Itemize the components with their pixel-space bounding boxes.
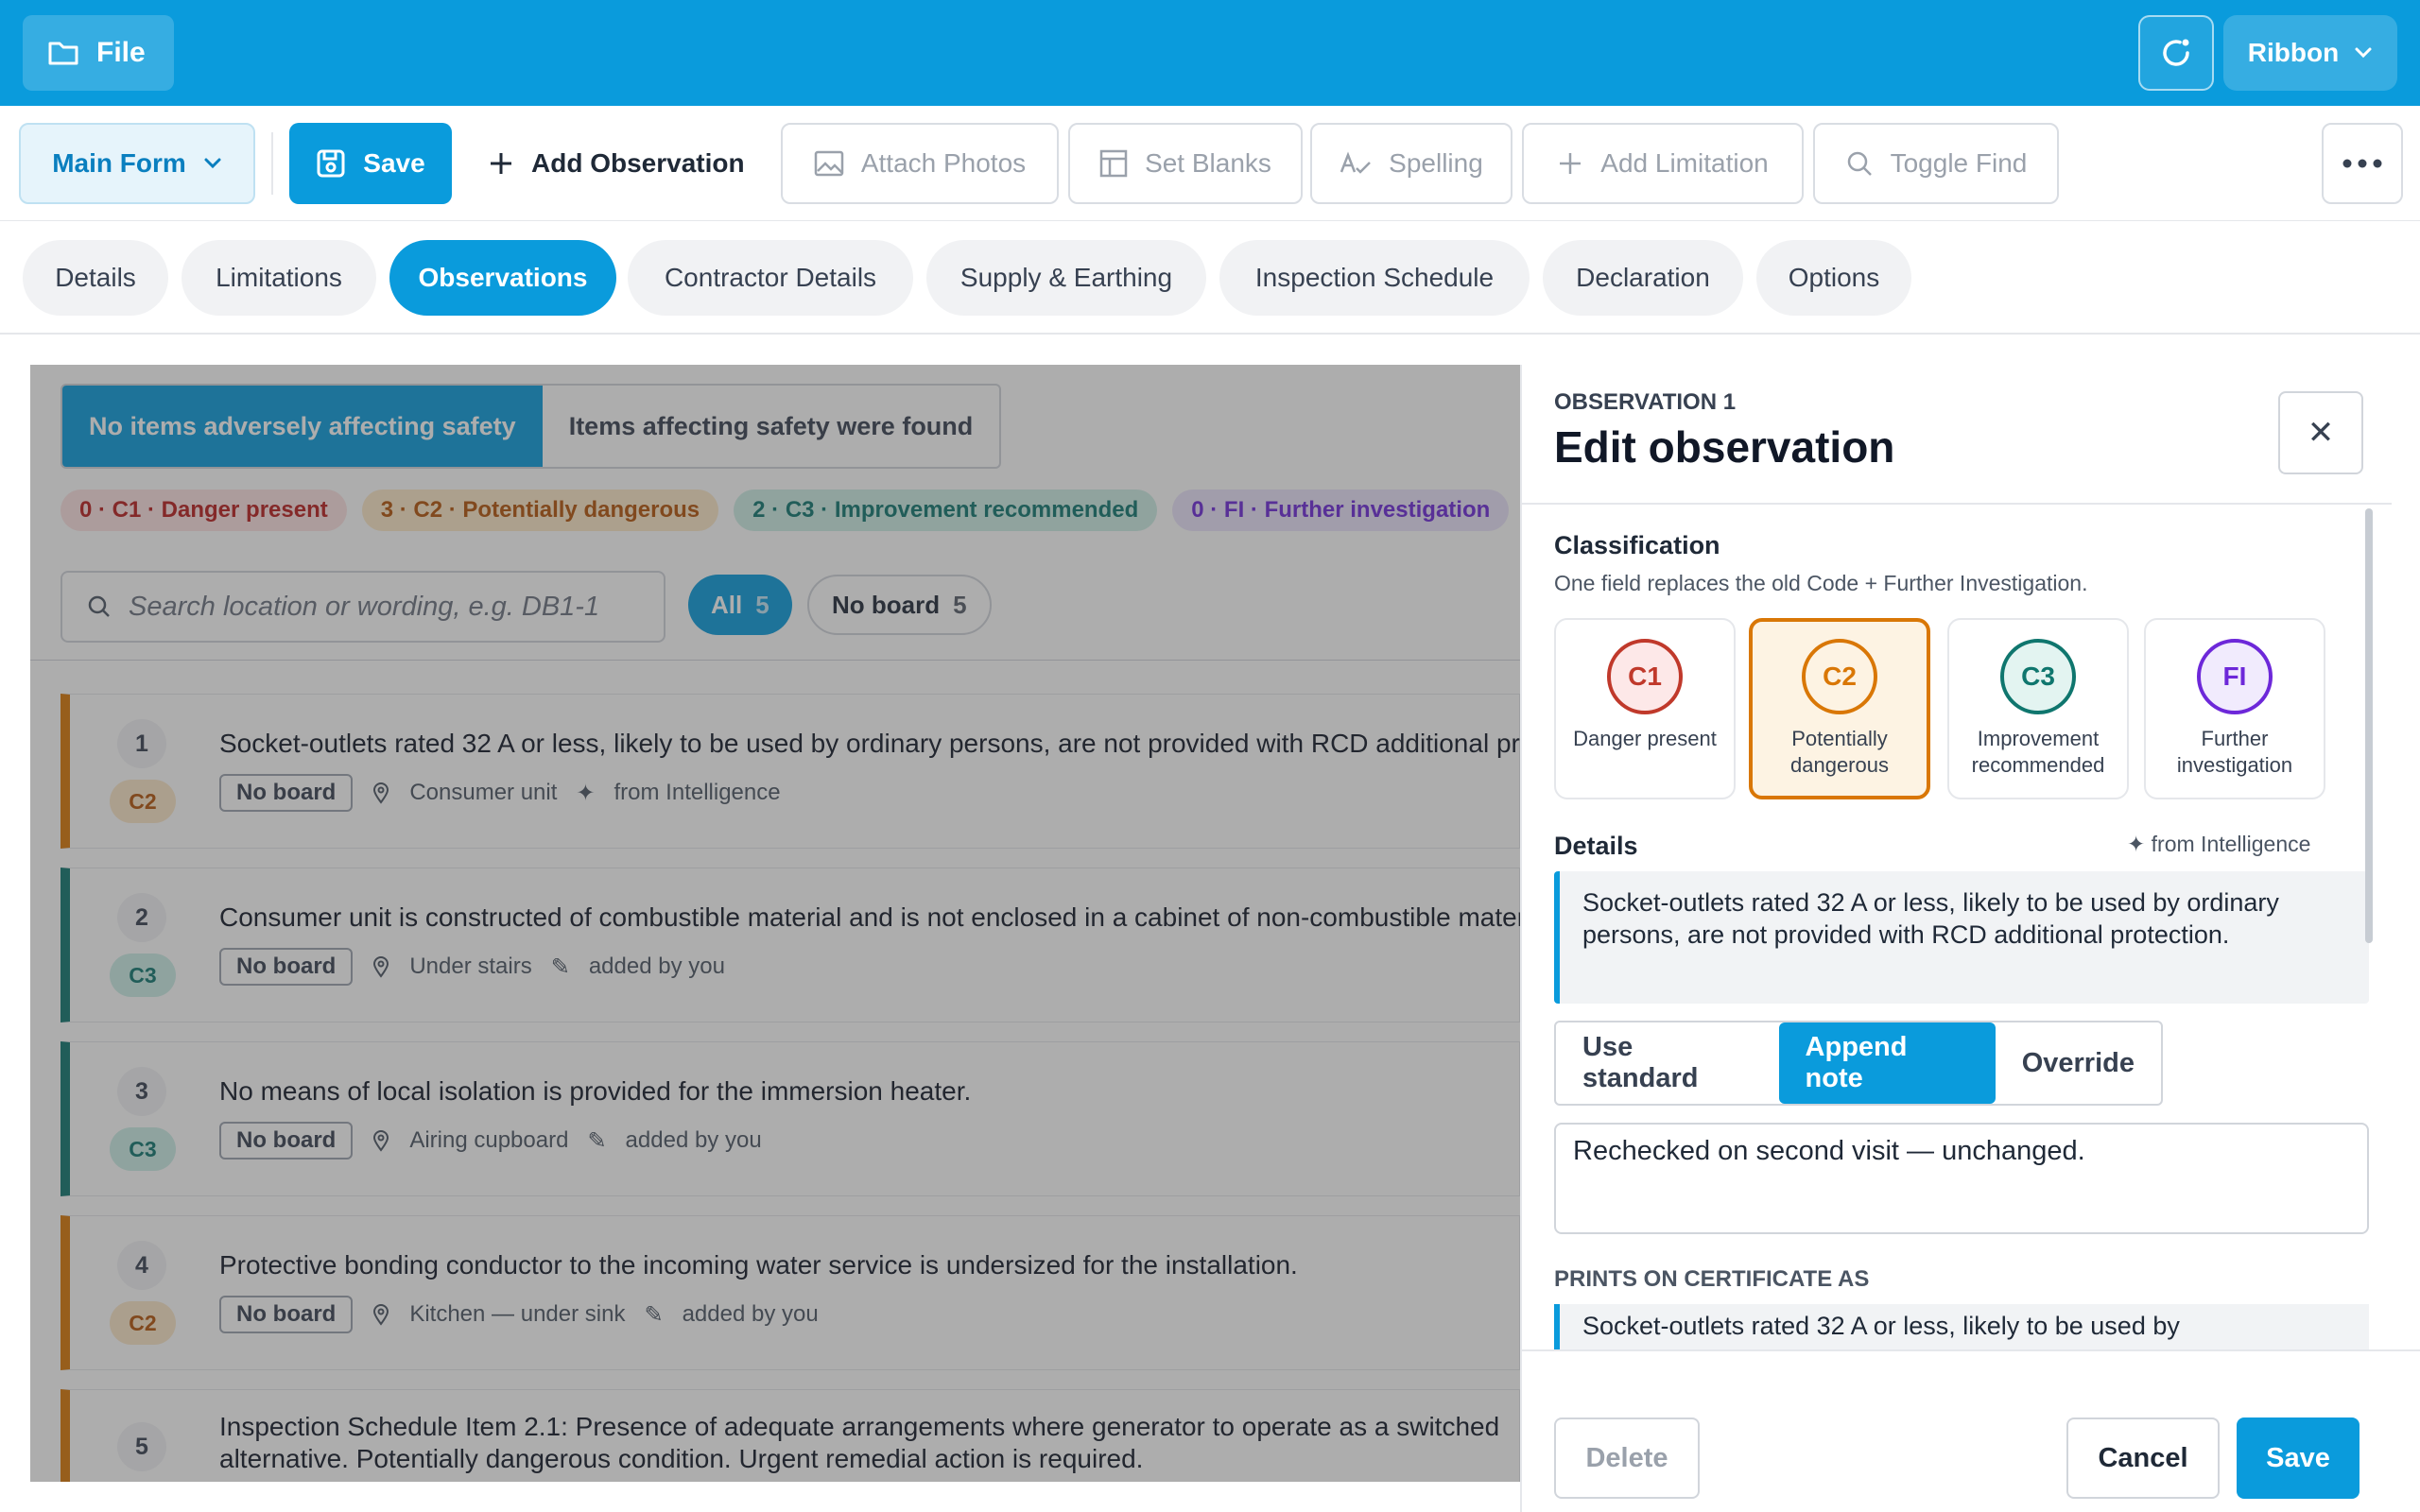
mode-override[interactable]: Override xyxy=(1996,1022,2161,1104)
details-label: Details xyxy=(1554,832,1638,860)
main-form-dropdown[interactable]: Main Form xyxy=(19,123,255,204)
tab-details[interactable]: Details xyxy=(23,240,168,316)
class-option-c2[interactable]: C2 Potentially dangerous xyxy=(1749,618,1930,799)
search-icon xyxy=(1847,151,1872,176)
ribbon-label: Ribbon xyxy=(2247,38,2340,67)
class-option-c1[interactable]: C1 Danger present xyxy=(1554,618,1736,799)
class-fi-badge: FI xyxy=(2197,639,2273,714)
save-button[interactable]: Save xyxy=(289,123,452,204)
class-c3-label: Improvement recommended xyxy=(1971,727,2105,777)
set-blanks-label: Set Blanks xyxy=(1145,148,1271,178)
class-option-c3[interactable]: C3 Improvement recommended xyxy=(1947,618,2129,799)
file-button[interactable]: File xyxy=(23,15,174,91)
spelling-button[interactable]: Spelling xyxy=(1310,123,1512,204)
mode-use-standard[interactable]: Use standard xyxy=(1556,1022,1779,1104)
add-observation-label: Add Observation xyxy=(531,148,745,178)
tab-supply-earthing[interactable]: Supply & Earthing xyxy=(926,240,1206,316)
delete-button[interactable]: Delete xyxy=(1554,1418,1700,1499)
mode-append-note[interactable]: Append note xyxy=(1778,1022,1996,1104)
class-c3-badge: C3 xyxy=(2000,639,2076,714)
more-icon xyxy=(2342,159,2382,168)
toggle-find-button[interactable]: Toggle Find xyxy=(1813,123,2059,204)
classification-hint: One field replaces the old Code + Furthe… xyxy=(1554,571,2088,595)
class-c2-label: Potentially dangerous xyxy=(1790,727,1889,777)
add-limitation-button[interactable]: Add Limitation xyxy=(1522,123,1804,204)
tab-contractor-details[interactable]: Contractor Details xyxy=(628,240,913,316)
folder-icon xyxy=(48,42,78,65)
class-option-fi[interactable]: FI Further investigation xyxy=(2144,618,2325,799)
panel-title: Edit observation xyxy=(1554,422,1895,472)
tab-observations[interactable]: Observations xyxy=(389,240,616,316)
top-bar: File Ribbon xyxy=(0,0,2420,106)
panel-header-divider xyxy=(1522,503,2392,505)
plus-icon xyxy=(491,153,511,174)
add-limitation-label: Add Limitation xyxy=(1600,148,1769,178)
panel-eyebrow: OBSERVATION 1 xyxy=(1554,389,1737,415)
image-icon xyxy=(814,150,844,177)
prints-label: PRINTS ON CERTIFICATE AS xyxy=(1554,1266,1870,1292)
class-c1-label: Danger present xyxy=(1573,727,1717,750)
wording-mode-selector: Use standard Append note Override xyxy=(1554,1021,2163,1106)
note-textarea[interactable]: Rechecked on second visit — unchanged. xyxy=(1554,1123,2369,1234)
tab-limitations[interactable]: Limitations xyxy=(182,240,376,316)
details-source: ✦ from Intelligence xyxy=(2127,832,2311,856)
attach-photos-button[interactable]: Attach Photos xyxy=(781,123,1059,204)
plus-icon xyxy=(1560,153,1582,174)
save-icon xyxy=(317,149,345,178)
refresh-button[interactable] xyxy=(2138,15,2214,91)
panel-footer: Delete Cancel Save xyxy=(1522,1349,2420,1512)
edit-observation-panel: OBSERVATION 1 Edit observation ✕ Classif… xyxy=(1520,365,2420,1512)
main-form-label: Main Form xyxy=(52,148,186,178)
close-icon: ✕ xyxy=(2307,415,2335,451)
more-options-button[interactable] xyxy=(2322,123,2403,204)
panel-scrollbar[interactable] xyxy=(2365,508,2373,943)
panel-save-button[interactable]: Save xyxy=(2237,1418,2360,1499)
chevron-down-icon xyxy=(204,158,221,169)
attach-photos-label: Attach Photos xyxy=(860,148,1027,178)
modal-dim-overlay[interactable] xyxy=(30,365,1520,1482)
class-c2-badge: C2 xyxy=(1802,639,1877,714)
toggle-find-label: Toggle Find xyxy=(1890,148,2028,178)
add-observation-button[interactable]: Add Observation xyxy=(480,123,764,204)
set-blanks-button[interactable]: Set Blanks xyxy=(1068,123,1303,204)
classification-label: Classification xyxy=(1554,531,1720,559)
spelling-label: Spelling xyxy=(1389,148,1483,178)
chevron-down-icon xyxy=(2355,47,2372,59)
table-icon xyxy=(1099,149,1128,178)
save-label: Save xyxy=(363,148,425,178)
standard-wording: Socket-outlets rated 32 A or less, likel… xyxy=(1554,871,2369,1004)
file-label: File xyxy=(96,37,146,68)
close-button[interactable]: ✕ xyxy=(2278,391,2363,474)
spellcheck-icon xyxy=(1340,151,1372,174)
toolbar: Main Form Save Add Observation Attach Ph… xyxy=(0,106,2420,221)
class-fi-label: Further investigation xyxy=(2176,727,2293,777)
toolbar-divider xyxy=(271,132,273,195)
cancel-button[interactable]: Cancel xyxy=(2066,1418,2220,1499)
tab-declaration[interactable]: Declaration xyxy=(1543,240,1743,316)
tab-inspection-schedule[interactable]: Inspection Schedule xyxy=(1219,240,1530,316)
ribbon-button[interactable]: Ribbon xyxy=(2223,15,2397,91)
class-c1-badge: C1 xyxy=(1607,639,1683,714)
tab-options[interactable]: Options xyxy=(1756,240,1911,316)
form-tabs: Details Limitations Observations Contrac… xyxy=(0,221,2420,335)
refresh-icon xyxy=(2163,39,2189,66)
